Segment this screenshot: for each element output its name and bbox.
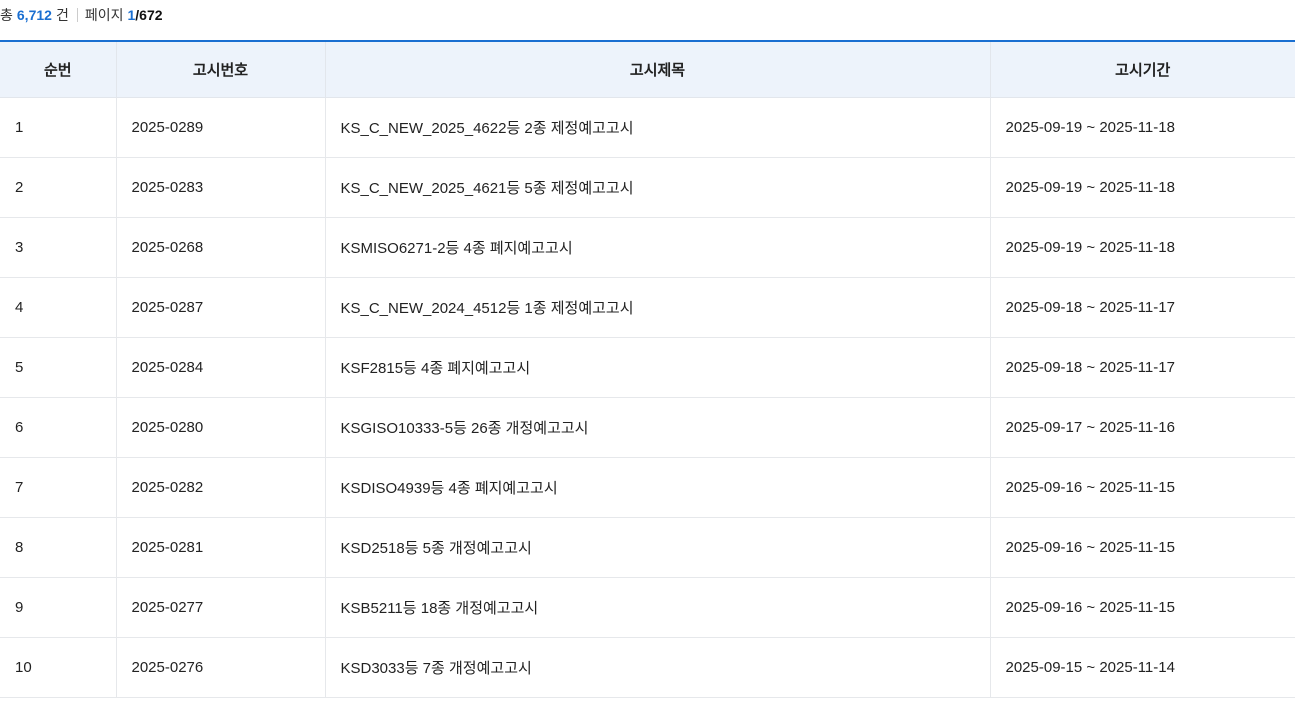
page-label: 페이지 bbox=[84, 7, 124, 23]
row-title-cell: KSDISO4939등 4종 폐지예고고시 bbox=[324, 457, 990, 518]
row-title-cell: KSGISO10333-5등 26종 개정예고고시 bbox=[324, 397, 990, 458]
row-title-cell: KSB5211등 18종 개정예고고시 bbox=[324, 577, 990, 638]
row-no: 7 bbox=[0, 457, 116, 518]
row-title-link[interactable]: KSGISO10333-5등 26종 개정예고고시 bbox=[341, 420, 589, 437]
row-title-link[interactable]: KSD2518등 5종 개정예고고시 bbox=[341, 540, 532, 557]
row-period: 2025-09-18 ~ 2025-11-17 bbox=[989, 337, 1295, 398]
row-title-cell: KSD2518등 5종 개정예고고시 bbox=[324, 517, 990, 578]
row-period: 2025-09-16 ~ 2025-11-15 bbox=[989, 517, 1295, 578]
row-title-cell: KS_C_NEW_2024_4512등 1종 제정예고고시 bbox=[324, 277, 990, 338]
row-id: 2025-0284 bbox=[115, 337, 325, 398]
row-title-link[interactable]: KSD3033등 7종 개정예고고시 bbox=[341, 660, 532, 677]
row-period: 2025-09-16 ~ 2025-11-15 bbox=[989, 577, 1295, 638]
row-no: 9 bbox=[0, 577, 116, 638]
row-title-link[interactable]: KSB5211등 18종 개정예고고시 bbox=[341, 600, 539, 617]
table-row[interactable]: 8 2025-0281 KSD2518등 5종 개정예고고시 2025-09-1… bbox=[0, 517, 1295, 578]
row-title-cell: KSMISO6271-2등 4종 폐지예고고시 bbox=[324, 217, 990, 278]
header-no: 순번 bbox=[0, 41, 116, 98]
table-row[interactable]: 4 2025-0287 KS_C_NEW_2024_4512등 1종 제정예고고… bbox=[0, 277, 1295, 338]
row-title-link[interactable]: KS_C_NEW_2025_4622등 2종 제정예고고시 bbox=[341, 120, 634, 137]
row-no: 3 bbox=[0, 217, 116, 278]
header-period: 고시기간 bbox=[989, 41, 1295, 98]
row-title-cell: KS_C_NEW_2025_4622등 2종 제정예고고시 bbox=[324, 97, 990, 158]
row-period: 2025-09-19 ~ 2025-11-18 bbox=[989, 157, 1295, 218]
table-row[interactable]: 7 2025-0282 KSDISO4939등 4종 폐지예고고시 2025-0… bbox=[0, 457, 1295, 518]
table-row[interactable]: 6 2025-0280 KSGISO10333-5등 26종 개정예고고시 20… bbox=[0, 397, 1295, 458]
summary-divider bbox=[76, 8, 78, 22]
current-page: 1 bbox=[127, 7, 136, 23]
header-title: 고시제목 bbox=[324, 41, 990, 98]
row-title-link[interactable]: KSF2815등 4종 폐지예고고시 bbox=[341, 360, 531, 377]
row-id: 2025-0268 bbox=[115, 217, 325, 278]
row-no: 5 bbox=[0, 337, 116, 398]
table-row[interactable]: 5 2025-0284 KSF2815등 4종 폐지예고고시 2025-09-1… bbox=[0, 337, 1295, 398]
table-row[interactable]: 3 2025-0268 KSMISO6271-2등 4종 폐지예고고시 2025… bbox=[0, 217, 1295, 278]
row-id: 2025-0289 bbox=[115, 97, 325, 158]
total-suffix: 건 bbox=[55, 7, 69, 23]
table-row[interactable]: 2 2025-0283 KS_C_NEW_2025_4621등 5종 제정예고고… bbox=[0, 157, 1295, 218]
row-period: 2025-09-17 ~ 2025-11-16 bbox=[989, 397, 1295, 458]
row-period: 2025-09-16 ~ 2025-11-15 bbox=[989, 457, 1295, 518]
row-period: 2025-09-19 ~ 2025-11-18 bbox=[989, 217, 1295, 278]
table-row[interactable]: 1 2025-0289 KS_C_NEW_2025_4622등 2종 제정예고고… bbox=[0, 97, 1295, 158]
row-title-link[interactable]: KSDISO4939등 4종 폐지예고고시 bbox=[341, 480, 558, 497]
row-title-link[interactable]: KSMISO6271-2등 4종 폐지예고고시 bbox=[341, 240, 573, 257]
row-title-cell: KSF2815등 4종 폐지예고고시 bbox=[324, 337, 990, 398]
row-title-link[interactable]: KS_C_NEW_2024_4512등 1종 제정예고고시 bbox=[341, 300, 634, 317]
row-period: 2025-09-15 ~ 2025-11-14 bbox=[989, 637, 1295, 698]
table-row[interactable]: 10 2025-0276 KSD3033등 7종 개정예고고시 2025-09-… bbox=[0, 637, 1295, 698]
row-no: 4 bbox=[0, 277, 116, 338]
total-pages: 672 bbox=[139, 7, 163, 23]
table-body: 1 2025-0289 KS_C_NEW_2025_4622등 2종 제정예고고… bbox=[0, 97, 1295, 698]
row-id: 2025-0276 bbox=[115, 637, 325, 698]
row-id: 2025-0283 bbox=[115, 157, 325, 218]
table-row[interactable]: 9 2025-0277 KSB5211등 18종 개정예고고시 2025-09-… bbox=[0, 577, 1295, 638]
row-id: 2025-0281 bbox=[115, 517, 325, 578]
row-no: 8 bbox=[0, 517, 116, 578]
total-prefix: 총 bbox=[0, 7, 13, 23]
row-id: 2025-0280 bbox=[115, 397, 325, 458]
row-id: 2025-0277 bbox=[115, 577, 325, 638]
row-no: 1 bbox=[0, 97, 116, 158]
row-title-cell: KSD3033등 7종 개정예고고시 bbox=[324, 637, 990, 698]
notice-table: 순번 고시번호 고시제목 고시기간 1 2025-0289 KS_C_NEW_2… bbox=[0, 40, 1295, 698]
row-no: 2 bbox=[0, 157, 116, 218]
row-no: 10 bbox=[0, 637, 116, 698]
row-id: 2025-0287 bbox=[115, 277, 325, 338]
row-id: 2025-0282 bbox=[115, 457, 325, 518]
row-no: 6 bbox=[0, 397, 116, 458]
row-period: 2025-09-18 ~ 2025-11-17 bbox=[989, 277, 1295, 338]
row-title-cell: KS_C_NEW_2025_4621등 5종 제정예고고시 bbox=[324, 157, 990, 218]
row-title-link[interactable]: KS_C_NEW_2025_4621등 5종 제정예고고시 bbox=[341, 180, 634, 197]
result-summary: 총 6,712 건 페이지 1 / 672 bbox=[0, 0, 163, 30]
total-count: 6,712 bbox=[16, 7, 52, 23]
table-header: 순번 고시번호 고시제목 고시기간 bbox=[0, 41, 1295, 98]
header-id: 고시번호 bbox=[115, 41, 325, 98]
row-period: 2025-09-19 ~ 2025-11-18 bbox=[989, 97, 1295, 158]
